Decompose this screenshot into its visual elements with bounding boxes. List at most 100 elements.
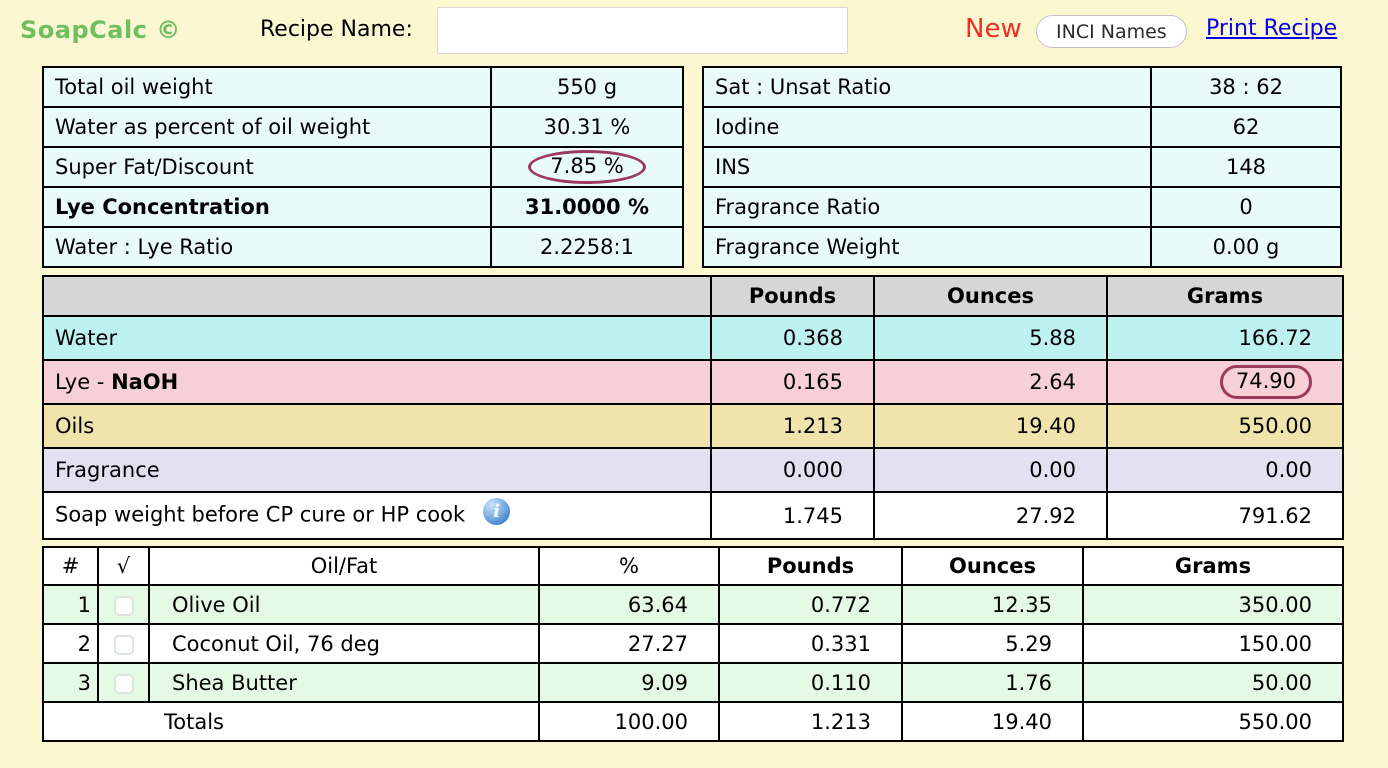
oil-row-2: 2 Coconut Oil, 76 deg 27.27 0.331 5.29 1… (43, 624, 1343, 663)
oils-header-row: # √ Oil/Fat % Pounds Ounces Grams (43, 547, 1343, 585)
iodine-label: Iodine (703, 107, 1151, 147)
totals-ounces: 19.40 (902, 702, 1083, 741)
lye-concentration-label: Lye Concentration (43, 187, 491, 227)
table-row: Lye Concentration 31.0000 % (43, 187, 683, 227)
oil-name[interactable]: Olive Oil (149, 585, 539, 624)
fragrance-weight-label: Fragrance Weight (703, 227, 1151, 267)
oils-label: Oils (43, 404, 711, 448)
oil-ounces: 1.76 (902, 663, 1083, 702)
ins-value: 148 (1151, 147, 1341, 187)
app-logo: SoapCalc © (20, 16, 181, 44)
oil-checkbox[interactable] (114, 674, 134, 694)
oil-name[interactable]: Shea Butter (149, 663, 539, 702)
oil-number: 3 (43, 663, 98, 702)
oil-number: 1 (43, 585, 98, 624)
fragrance-ounces: 0.00 (874, 448, 1107, 492)
water-pounds: 0.368 (711, 316, 874, 360)
check-column-header: √ (98, 547, 149, 585)
totals-label: Totals (43, 702, 539, 741)
highlight-circle: 74.90 (1220, 365, 1312, 399)
oil-row-1: 1 Olive Oil 63.64 0.772 12.35 350.00 (43, 585, 1343, 624)
oil-grams: 150.00 (1083, 624, 1343, 663)
oils-pounds: 1.213 (711, 404, 874, 448)
oil-checkbox[interactable] (114, 596, 134, 616)
oils-grams: 550.00 (1107, 404, 1343, 448)
summary-section: Total oil weight 550 g Water as percent … (42, 66, 1342, 268)
table-row: Fragrance Weight 0.00 g (703, 227, 1341, 267)
lye-row: Lye - NaOH 0.165 2.64 74.90 (43, 360, 1343, 404)
sat-unsat-value: 38 : 62 (1151, 67, 1341, 107)
new-link[interactable]: New (965, 14, 1022, 44)
oil-grams: 350.00 (1083, 585, 1343, 624)
total-oil-weight-label: Total oil weight (43, 67, 491, 107)
table-row: INS 148 (703, 147, 1341, 187)
soap-weight-label: Soap weight before CP cure or HP cooki (43, 492, 711, 539)
pounds-header: Pounds (711, 276, 874, 316)
total-oil-weight-value: 550 g (491, 67, 683, 107)
oil-checkbox[interactable] (114, 635, 134, 655)
oil-checkbox-cell (98, 624, 149, 663)
oil-checkbox-cell (98, 585, 149, 624)
oil-name[interactable]: Coconut Oil, 76 deg (149, 624, 539, 663)
grams-header: Grams (1083, 547, 1343, 585)
recipe-settings-table: Total oil weight 550 g Water as percent … (42, 66, 684, 268)
inci-names-button[interactable]: INCI Names (1036, 15, 1187, 48)
oil-percent: 63.64 (539, 585, 719, 624)
fragrance-ratio-value: 0 (1151, 187, 1341, 227)
oil-pounds: 0.110 (719, 663, 902, 702)
weights-header-row: Pounds Ounces Grams (43, 276, 1343, 316)
ounces-header: Ounces (874, 276, 1107, 316)
totals-grams: 550.00 (1083, 702, 1343, 741)
soap-weight-pounds: 1.745 (711, 492, 874, 539)
soap-weight-row: Soap weight before CP cure or HP cooki 1… (43, 492, 1343, 539)
oils-list-table: # √ Oil/Fat % Pounds Ounces Grams 1 Oliv… (42, 546, 1344, 742)
oil-grams: 50.00 (1083, 663, 1343, 702)
table-row: Total oil weight 550 g (43, 67, 683, 107)
table-row: Super Fat/Discount 7.85 % (43, 147, 683, 187)
highlight-circle: 7.85 % (528, 150, 645, 184)
oil-percent: 9.09 (539, 663, 719, 702)
lye-grams: 74.90 (1107, 360, 1343, 404)
oil-pounds: 0.331 (719, 624, 902, 663)
weights-table: Pounds Ounces Grams Water 0.368 5.88 166… (42, 275, 1344, 540)
lye-concentration-value: 31.0000 % (491, 187, 683, 227)
water-lye-ratio-value: 2.2258:1 (491, 227, 683, 267)
oil-checkbox-cell (98, 663, 149, 702)
lye-pounds: 0.165 (711, 360, 874, 404)
totals-pounds: 1.213 (719, 702, 902, 741)
totals-row: Totals 100.00 1.213 19.40 550.00 (43, 702, 1343, 741)
water-row: Water 0.368 5.88 166.72 (43, 316, 1343, 360)
print-recipe-link[interactable]: Print Recipe (1206, 16, 1337, 41)
fragrance-row: Fragrance 0.000 0.00 0.00 (43, 448, 1343, 492)
table-row: Iodine 62 (703, 107, 1341, 147)
super-fat-value: 7.85 % (491, 147, 683, 187)
iodine-value: 62 (1151, 107, 1341, 147)
oils-ounces: 19.40 (874, 404, 1107, 448)
soap-weight-ounces: 27.92 (874, 492, 1107, 539)
oil-ounces: 12.35 (902, 585, 1083, 624)
water-ounces: 5.88 (874, 316, 1107, 360)
ounces-header: Ounces (902, 547, 1083, 585)
lye-label: Lye - NaOH (43, 360, 711, 404)
water-percent-value: 30.31 % (491, 107, 683, 147)
table-row: Sat : Unsat Ratio 38 : 62 (703, 67, 1341, 107)
oil-ounces: 5.29 (902, 624, 1083, 663)
super-fat-label: Super Fat/Discount (43, 147, 491, 187)
oil-row-3: 3 Shea Butter 9.09 0.110 1.76 50.00 (43, 663, 1343, 702)
fragrance-grams: 0.00 (1107, 448, 1343, 492)
totals-percent: 100.00 (539, 702, 719, 741)
water-percent-label: Water as percent of oil weight (43, 107, 491, 147)
table-row: Fragrance Ratio 0 (703, 187, 1341, 227)
sat-unsat-label: Sat : Unsat Ratio (703, 67, 1151, 107)
water-grams: 166.72 (1107, 316, 1343, 360)
recipe-name-label: Recipe Name: (260, 17, 413, 42)
recipe-name-input[interactable] (437, 7, 848, 54)
grams-header: Grams (1107, 276, 1343, 316)
oil-percent: 27.27 (539, 624, 719, 663)
ins-label: INS (703, 147, 1151, 187)
table-row: Water : Lye Ratio 2.2258:1 (43, 227, 683, 267)
info-icon[interactable]: i (483, 498, 510, 525)
number-column-header: # (43, 547, 98, 585)
oil-number: 2 (43, 624, 98, 663)
oils-row: Oils 1.213 19.40 550.00 (43, 404, 1343, 448)
